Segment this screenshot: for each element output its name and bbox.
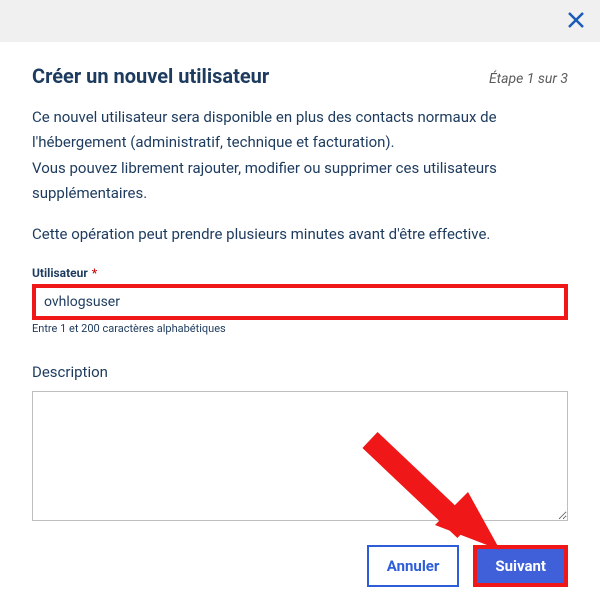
modal-header-bar (0, 0, 600, 42)
user-field-label: Utilisateur * (32, 266, 568, 280)
create-user-modal: Créer un nouvel utilisateur Étape 1 sur … (0, 0, 600, 615)
user-hint: Entre 1 et 200 caractères alphabétiques (32, 322, 568, 335)
title-row: Créer un nouvel utilisateur Étape 1 sur … (32, 64, 568, 88)
modal-note: Cette opération peut prendre plusieurs m… (32, 223, 568, 246)
user-label-text: Utilisateur (32, 266, 88, 280)
modal-description: Ce nouvel utilisateur sera disponible en… (32, 106, 568, 205)
desc-line: supplémentaires. (32, 182, 568, 205)
desc-line: l'hébergement (administratif, technique … (32, 131, 568, 154)
button-row: Annuler Suivant (32, 545, 568, 587)
user-input-highlight (32, 284, 568, 320)
modal-content: Créer un nouvel utilisateur Étape 1 sur … (0, 42, 600, 607)
next-button-highlight: Suivant (473, 545, 568, 587)
required-mark: * (92, 266, 97, 280)
desc-line: Vous pouvez librement rajouter, modifier… (32, 157, 568, 180)
description-textarea[interactable] (32, 391, 568, 521)
modal-title: Créer un nouvel utilisateur (32, 64, 269, 88)
next-button[interactable]: Suivant (477, 549, 564, 583)
close-icon[interactable] (566, 10, 586, 30)
user-input[interactable] (36, 288, 564, 316)
desc-line: Ce nouvel utilisateur sera disponible en… (32, 106, 568, 129)
cancel-button[interactable]: Annuler (367, 545, 460, 587)
description-label: Description (32, 363, 568, 381)
step-indicator: Étape 1 sur 3 (489, 71, 568, 87)
